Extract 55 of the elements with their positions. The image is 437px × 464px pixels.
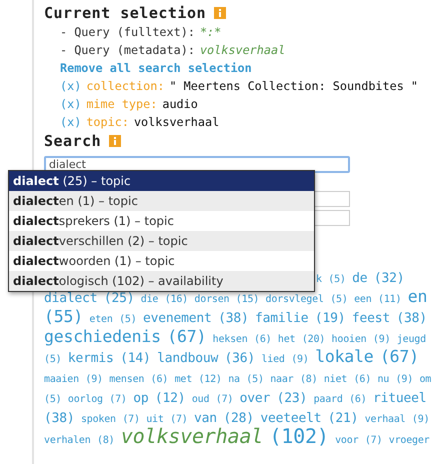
tag-count: (7) <box>122 414 140 425</box>
tag-count: (6) <box>349 394 367 405</box>
tag-count: (102) <box>269 424 329 448</box>
tag-count: (8) <box>97 435 114 446</box>
tag-count: (6) <box>254 334 272 345</box>
query-label: - Query (metadata): <box>60 43 195 57</box>
tag-count: (5) <box>330 294 348 305</box>
tag-count: (19) <box>314 311 346 326</box>
facet-value: " Meertens Collection: Soundbites " <box>169 79 418 93</box>
tag-count: (5) <box>44 354 62 365</box>
tag-count: (5) <box>44 394 62 405</box>
tag-count: (7) <box>216 394 234 405</box>
tag-count: (55) <box>44 307 83 326</box>
facet-name: topic: <box>86 115 129 129</box>
facet-name: collection: <box>86 79 164 93</box>
tag-count: (12) <box>198 374 222 385</box>
facet-value: audio <box>162 97 198 111</box>
tag-count: (9) <box>291 354 309 365</box>
tag-count: (7) <box>170 414 188 425</box>
tag-count: (20) <box>302 334 326 345</box>
tag-count: (9) <box>412 414 430 425</box>
tag-count: (67) <box>167 327 206 346</box>
tag-count: (32) <box>374 271 404 286</box>
query-label: - Query (fulltext): <box>60 25 195 39</box>
tag-count: (5) <box>328 274 346 285</box>
tag-count: (38) <box>218 311 249 326</box>
tag-count: (11) <box>378 294 402 305</box>
tag-count: (7) <box>364 435 382 446</box>
tag-count: (12) <box>154 391 186 406</box>
tag-count: (28) <box>223 411 254 426</box>
tag-count: (5) <box>119 314 137 325</box>
tag-count: (15) <box>236 294 260 305</box>
tag-count: (9) <box>396 374 414 385</box>
tag-count: (7) <box>109 394 127 405</box>
query-value: *:* <box>200 25 222 39</box>
facet-value: volksverhaal <box>134 115 220 129</box>
tag-count: (5) <box>246 374 264 385</box>
tag-count: (23) <box>276 391 308 406</box>
tag-count: (67) <box>380 347 419 366</box>
tag-count: (21) <box>328 411 358 426</box>
query-value: volksverhaal <box>200 43 286 57</box>
tag-count: (38) <box>44 411 75 426</box>
tag-count: (6) <box>150 374 168 385</box>
facet-name: mime type: <box>86 97 158 111</box>
section-title: Search <box>44 132 102 150</box>
section-title: Current selection <box>44 4 206 22</box>
tag-count: (14) <box>120 351 151 366</box>
tag-count: (36) <box>224 351 256 366</box>
tag-count: (9) <box>85 374 103 385</box>
tag-count: (9) <box>372 334 390 345</box>
tag-count: (8) <box>300 374 318 385</box>
tag-count: (16) <box>164 294 188 305</box>
tag-count: (6) <box>354 374 372 385</box>
tag-count: (25) <box>104 291 134 306</box>
tag-count: (38) <box>396 311 427 326</box>
